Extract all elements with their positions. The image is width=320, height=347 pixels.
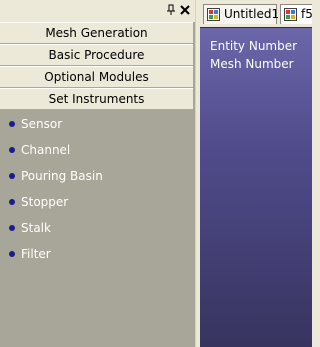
bullet-icon xyxy=(9,199,15,205)
bullet-icon xyxy=(9,121,15,127)
instruments-list: Sensor Channel Pouring Basin Stopper Sta… xyxy=(0,112,193,268)
bullet-icon xyxy=(9,251,15,257)
document-icon xyxy=(284,8,297,21)
list-item-label: Filter xyxy=(21,247,51,261)
mesh-generation-button[interactable]: Mesh Generation xyxy=(0,22,193,44)
list-item-pouring-basin[interactable]: Pouring Basin xyxy=(0,164,193,190)
bullet-icon xyxy=(9,225,15,231)
list-item-filter[interactable]: Filter xyxy=(0,242,193,268)
tab-label: Untitled1 xyxy=(224,7,280,21)
list-item-label: Sensor xyxy=(21,117,63,131)
close-icon[interactable] xyxy=(179,3,191,17)
list-item-label: Channel xyxy=(21,143,71,157)
pin-icon[interactable] xyxy=(166,4,176,16)
bullet-icon xyxy=(9,173,15,179)
list-item-sensor[interactable]: Sensor xyxy=(0,112,193,138)
tab-f5[interactable]: f5 xyxy=(280,4,312,24)
list-item-channel[interactable]: Channel xyxy=(0,138,193,164)
list-item-label: Stopper xyxy=(21,195,69,209)
model-viewport[interactable]: Entity Number Mesh Number xyxy=(200,27,312,347)
basic-procedure-button[interactable]: Basic Procedure xyxy=(0,44,193,66)
set-instruments-button[interactable]: Set Instruments xyxy=(0,88,193,110)
document-tab-strip: Untitled1 f5 xyxy=(200,0,312,27)
list-item-label: Pouring Basin xyxy=(21,169,103,183)
document-icon xyxy=(207,8,220,21)
optional-modules-button[interactable]: Optional Modules xyxy=(0,66,193,88)
list-item-stopper[interactable]: Stopper xyxy=(0,190,193,216)
panel-titlebar xyxy=(0,0,195,22)
tab-label: f5 xyxy=(301,7,312,21)
list-item-stalk[interactable]: Stalk xyxy=(0,216,193,242)
entity-number-label: Entity Number xyxy=(210,39,298,53)
list-item-label: Stalk xyxy=(21,221,51,235)
modules-panel: Mesh Generation Basic Procedure Optional… xyxy=(0,0,195,347)
tab-untitled1[interactable]: Untitled1 xyxy=(203,4,280,24)
bullet-icon xyxy=(9,147,15,153)
mesh-number-label: Mesh Number xyxy=(210,57,294,71)
